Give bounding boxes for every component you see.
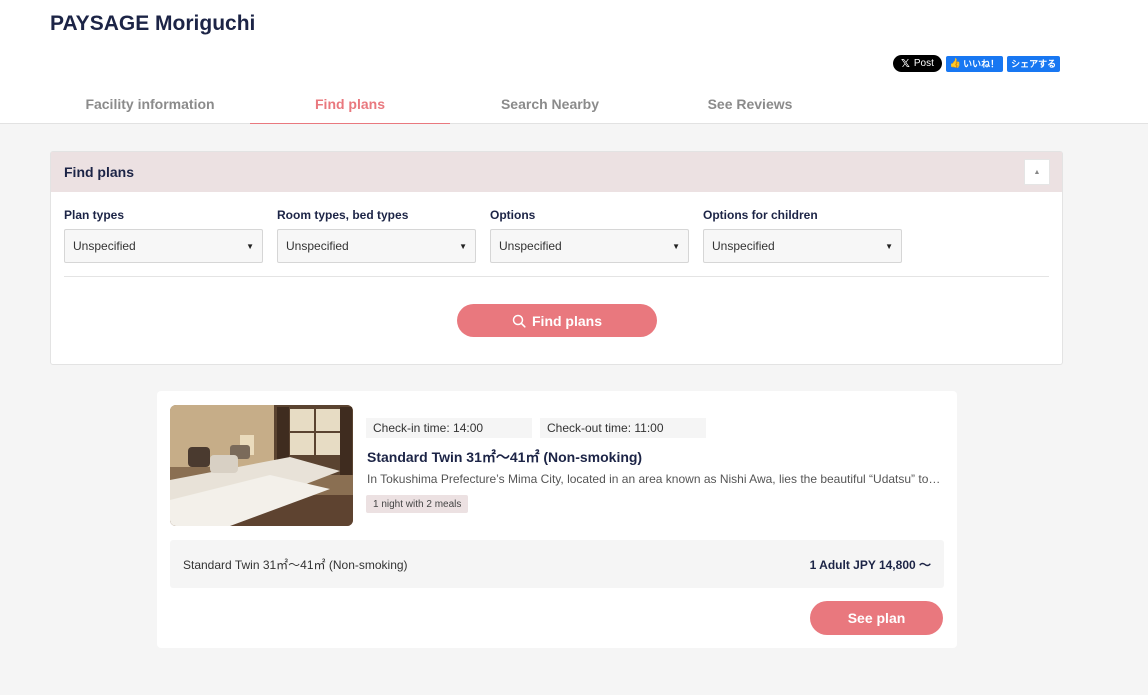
children-options-select[interactable]: Unspecified ▼ xyxy=(703,229,902,263)
caret-down-icon: ▼ xyxy=(885,241,893,251)
tab-see-reviews[interactable]: See Reviews xyxy=(650,84,850,124)
room-types-select[interactable]: Unspecified ▼ xyxy=(277,229,476,263)
caret-down-icon: ▼ xyxy=(672,241,680,251)
check-in-time: Check-in time: 14:00 xyxy=(366,418,532,438)
x-logo-icon: 𝕏 xyxy=(901,58,910,70)
filter-label: Options for children xyxy=(703,208,818,222)
facility-tabs: Facility information Find plans Search N… xyxy=(50,84,850,124)
check-times: Check-in time: 14:00 Check-out time: 11:… xyxy=(366,418,706,438)
caret-down-icon: ▼ xyxy=(459,241,467,251)
facebook-like-button[interactable]: 👍 いいね！ xyxy=(945,55,1004,72)
caret-up-icon: ▲ xyxy=(1033,168,1041,176)
plan-title[interactable]: Standard Twin 31㎡〜41㎡ (Non-smoking) xyxy=(367,447,642,467)
room-price: 1 Adult JPY 14,800 〜 xyxy=(809,557,931,572)
room-price-row: Standard Twin 31㎡〜41㎡ (Non-smoking) 1 Ad… xyxy=(170,540,944,588)
plan-description: In Tokushima Prefecture’s Mima City, loc… xyxy=(367,472,942,486)
meal-tag: 1 night with 2 meals xyxy=(366,495,469,513)
caret-down-icon: ▼ xyxy=(246,241,254,251)
filter-label: Room types, bed types xyxy=(277,208,409,222)
facebook-share-button[interactable]: シェアする xyxy=(1007,55,1061,72)
find-plans-label: Find plans xyxy=(532,312,602,329)
room-photo[interactable] xyxy=(170,405,353,526)
filter-label: Options xyxy=(490,208,536,222)
filter-options-children: Options for children Unspecified ▼ xyxy=(703,208,902,263)
select-value: Unspecified xyxy=(73,239,136,253)
see-plan-button[interactable]: See plan xyxy=(810,601,943,635)
find-plans-panel: Find plans ▲ Plan types Unspecified ▼ Ro… xyxy=(50,151,1063,365)
x-post-label: Post xyxy=(913,58,934,69)
filter-plan-types: Plan types Unspecified ▼ xyxy=(64,208,263,263)
search-icon xyxy=(512,314,526,328)
x-post-button[interactable]: 𝕏 Post xyxy=(893,55,942,72)
plan-types-select[interactable]: Unspecified ▼ xyxy=(64,229,263,263)
find-plans-button[interactable]: Find plans xyxy=(457,304,657,337)
filter-room-types: Room types, bed types Unspecified ▼ xyxy=(277,208,476,263)
fb-share-label: シェアする xyxy=(1011,59,1057,69)
thumbs-up-icon: 👍 xyxy=(949,58,962,68)
filter-row: Plan types Unspecified ▼ Room types, bed… xyxy=(51,192,1062,263)
tab-facility-information[interactable]: Facility information xyxy=(50,84,250,124)
find-plans-panel-header: Find plans ▲ xyxy=(51,152,1062,192)
panel-title: Find plans xyxy=(64,164,134,180)
fb-like-label: いいね！ xyxy=(963,59,1000,69)
tab-search-nearby[interactable]: Search Nearby xyxy=(450,84,650,124)
filter-label: Plan types xyxy=(64,208,125,222)
select-value: Unspecified xyxy=(712,239,775,253)
filter-options: Options Unspecified ▼ xyxy=(490,208,689,263)
collapse-button[interactable]: ▲ xyxy=(1024,159,1050,185)
room-photo-illustration xyxy=(170,405,353,526)
select-value: Unspecified xyxy=(499,239,562,253)
page-title: PAYSAGE Moriguchi xyxy=(50,12,256,35)
room-name: Standard Twin 31㎡〜41㎡ (Non-smoking) xyxy=(183,557,408,572)
divider xyxy=(64,276,1049,277)
select-value: Unspecified xyxy=(286,239,349,253)
check-out-time: Check-out time: 11:00 xyxy=(540,418,706,438)
options-select[interactable]: Unspecified ▼ xyxy=(490,229,689,263)
social-buttons: 𝕏 Post 👍 いいね！ シェアする xyxy=(893,55,1061,72)
site-header: PAYSAGE Moriguchi 𝕏 Post 👍 いいね！ シェアする Fa… xyxy=(0,0,1148,124)
plan-card: Check-in time: 14:00 Check-out time: 11:… xyxy=(157,391,957,648)
tab-find-plans[interactable]: Find plans xyxy=(250,84,450,124)
